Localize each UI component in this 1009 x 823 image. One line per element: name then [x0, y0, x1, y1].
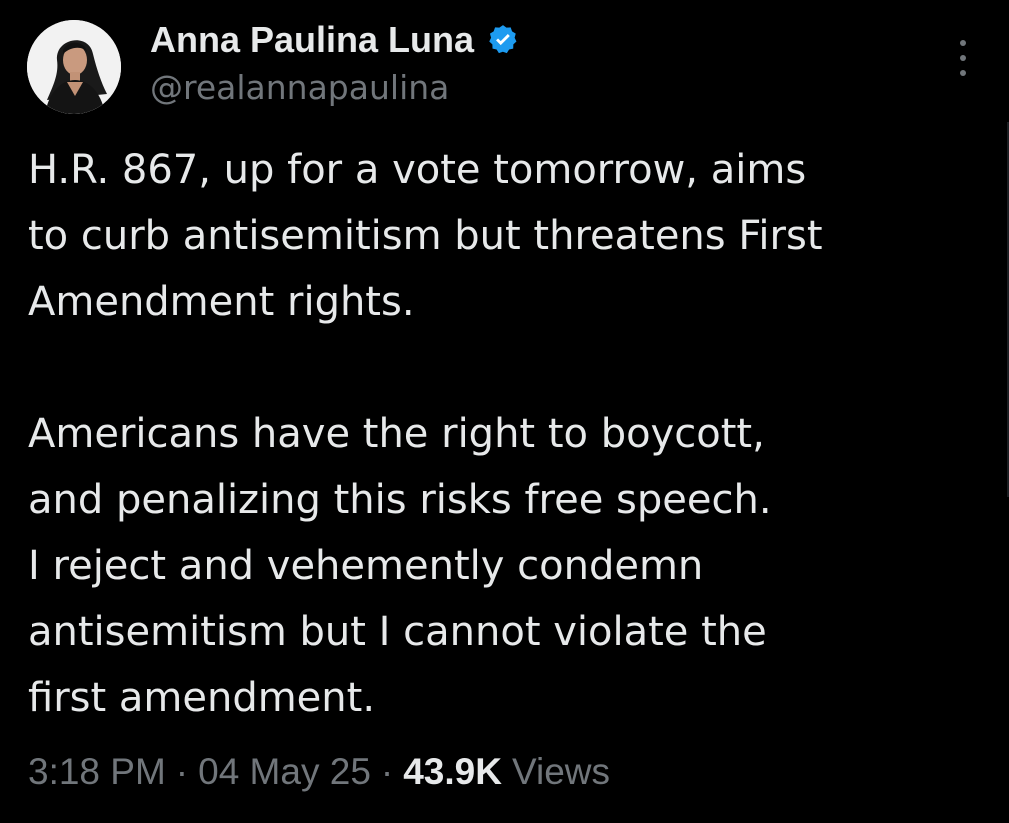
avatar[interactable] [27, 20, 121, 114]
display-name[interactable]: Anna Paulina Luna [150, 19, 474, 61]
tweet-text-line: and penalizing this risks free speech. [28, 477, 772, 523]
tweet-text-line: Amendment rights. [28, 279, 415, 325]
tweet-text-line: to curb antisemitism but threatens First [28, 213, 823, 259]
views-label[interactable]: Views [512, 751, 610, 793]
more-dot [960, 40, 966, 46]
verified-badge-icon[interactable] [486, 23, 520, 57]
tweet-text-line: I reject and vehemently condemn [28, 543, 704, 589]
meta-separator: · [380, 751, 394, 792]
name-row: Anna Paulina Luna [150, 18, 520, 62]
tweet-text-line: Americans have the right to boycott, [28, 411, 765, 457]
more-options-icon[interactable] [950, 40, 976, 76]
paragraph-break [28, 335, 988, 401]
more-dot [960, 55, 966, 61]
tweet-text: H.R. 867, up for a vote tomorrow, aims t… [28, 137, 988, 731]
tweet-text-line: first amendment. [28, 675, 376, 721]
more-dot [960, 70, 966, 76]
tweet-date[interactable]: 04 May 25 [198, 751, 371, 793]
meta-separator: · [175, 751, 189, 792]
avatar-photo [27, 20, 121, 114]
tweet-card[interactable]: Anna Paulina Luna @realannapaulina H.R. … [0, 0, 1009, 823]
tweet-text-line: antisemitism but I cannot violate the [28, 609, 767, 655]
tweet-time[interactable]: 3:18 PM [28, 751, 166, 793]
views-count[interactable]: 43.9K [403, 751, 502, 793]
tweet-meta: 3:18 PM · 04 May 25 · 43.9K Views [28, 751, 610, 793]
handle[interactable]: @realannapaulina [150, 68, 520, 107]
tweet-text-line: H.R. 867, up for a vote tomorrow, aims [28, 147, 807, 193]
author-block: Anna Paulina Luna @realannapaulina [150, 18, 520, 107]
